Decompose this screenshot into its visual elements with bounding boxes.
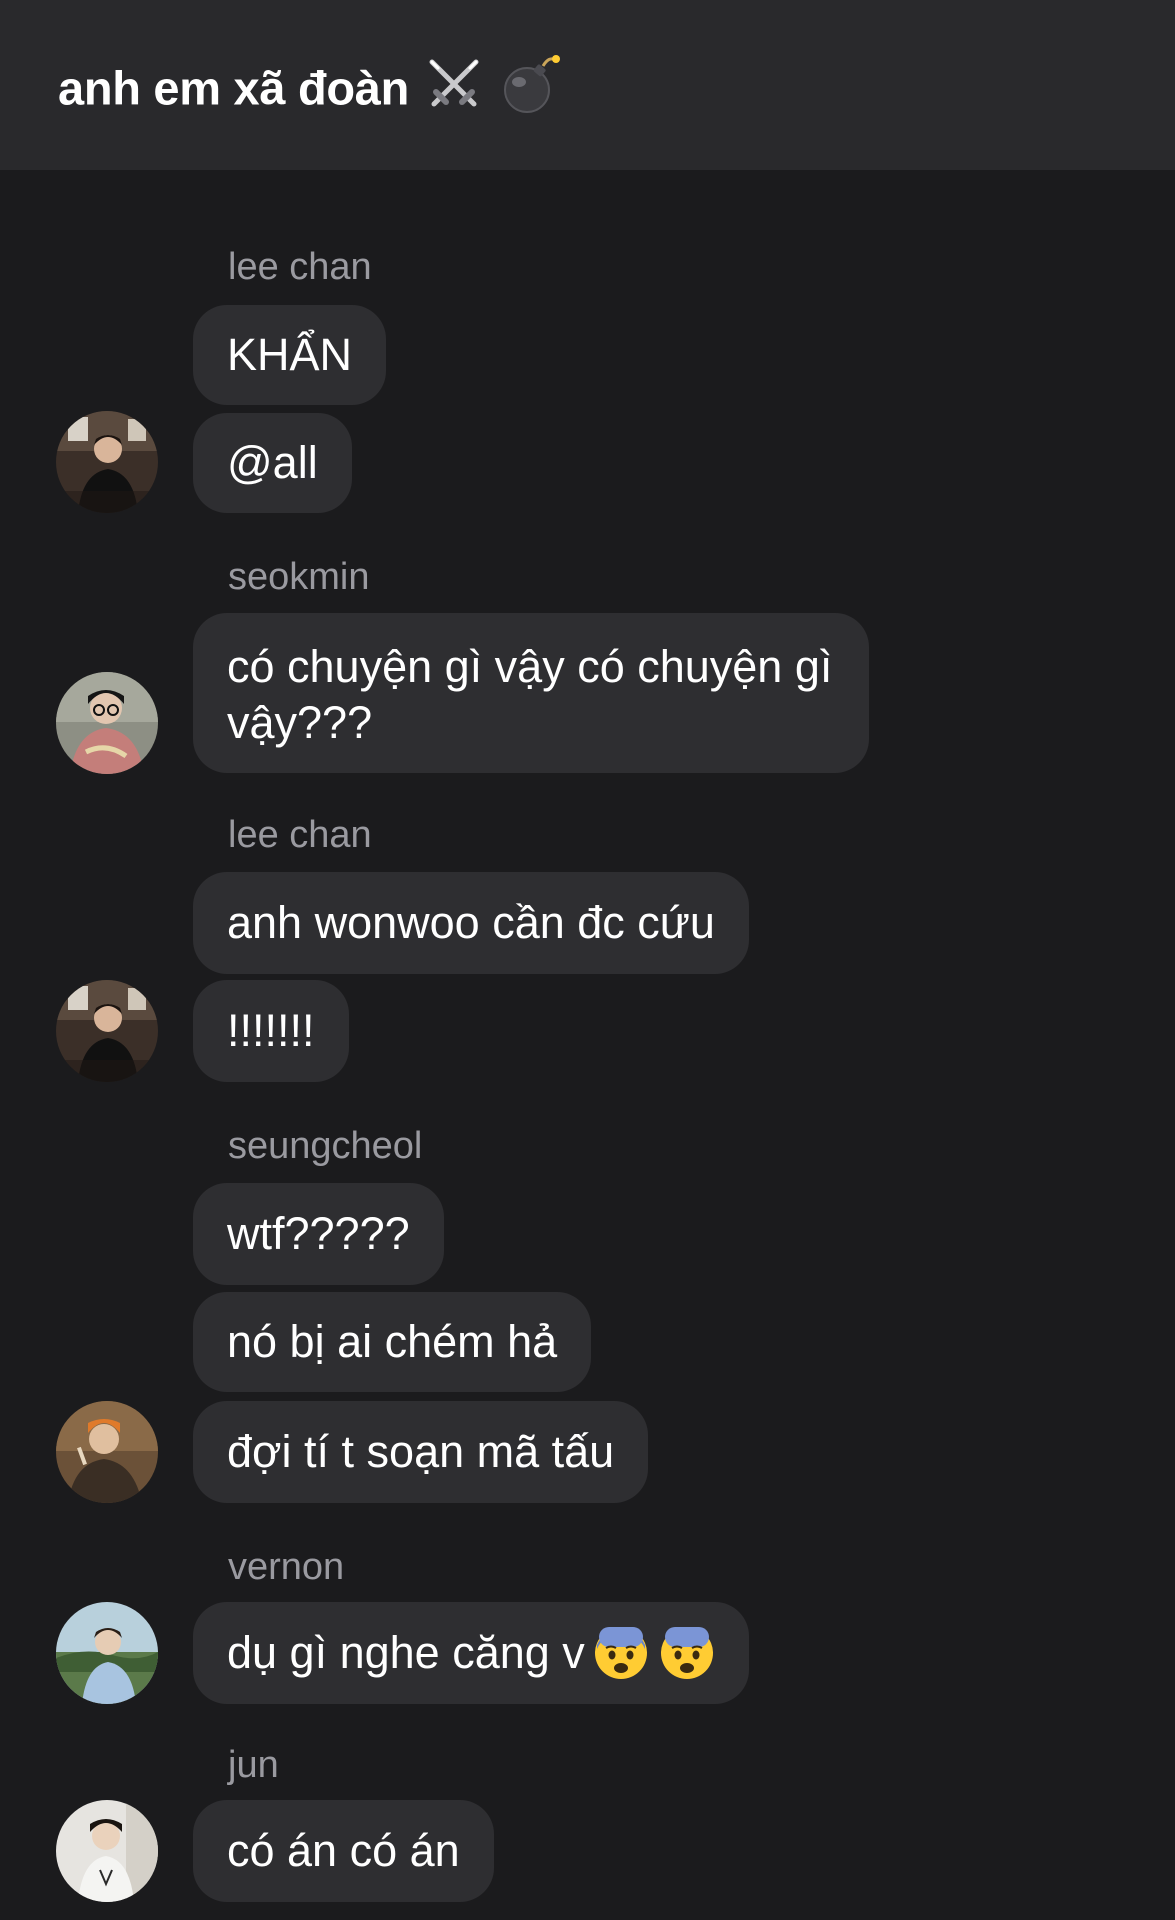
message-feed[interactable]: lee chan KHẨN @all seokmin có chuyện gì … [0,0,1175,1920]
sender-name: jun [228,1744,279,1786]
sender-name: lee chan [228,246,372,288]
message-bubble[interactable]: wtf????? [193,1183,444,1285]
avatar[interactable] [56,1401,158,1503]
fearful-face-icon [659,1625,715,1681]
message-text: dụ gì nghe căng v [227,1627,585,1678]
avatar[interactable] [56,1800,158,1902]
sender-name: vernon [228,1546,345,1588]
fearful-face-icon [593,1625,649,1681]
message-bubble[interactable]: nó bị ai chém hả [193,1292,592,1392]
message-bubble[interactable]: @all [193,413,352,513]
message-bubble[interactable]: !!!!!!! [193,980,349,1082]
message-bubble[interactable]: có chuyện gì vậy có chuyện gì vậy??? [193,613,869,773]
avatar[interactable] [56,980,158,1082]
sender-name: lee chan [228,814,372,856]
avatar[interactable] [56,411,158,513]
message-bubble[interactable]: KHẨN [193,305,387,405]
message-bubble[interactable]: dụ gì nghe căng v [193,1602,749,1704]
avatar[interactable] [56,672,158,774]
sender-name: seokmin [228,556,370,598]
message-bubble[interactable]: có án có án [193,1800,494,1902]
message-bubble[interactable]: anh wonwoo cần đc cứu [193,872,749,974]
message-bubble[interactable]: đợi tí t soạn mã tấu [193,1401,649,1503]
avatar[interactable] [56,1602,158,1704]
sender-name: seungcheol [228,1125,423,1167]
